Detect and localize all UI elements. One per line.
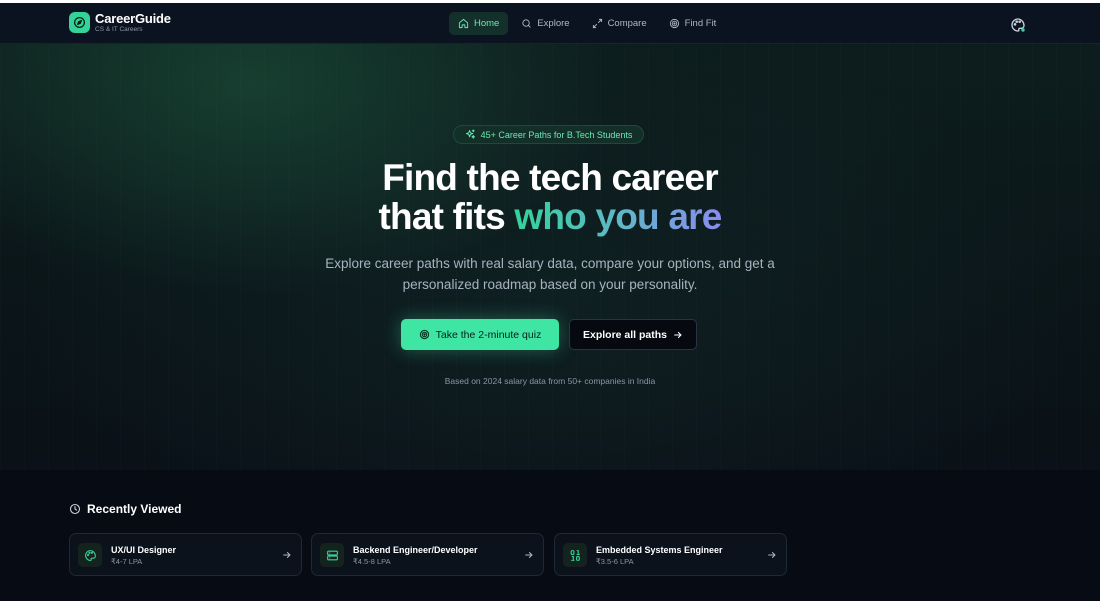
server-icon (326, 550, 338, 560)
page: CareerGuide CS & IT Careers Home Explore (0, 0, 1100, 601)
brand-name: CareerGuide (95, 11, 171, 26)
palette-icon (1011, 18, 1025, 32)
clock-icon (69, 503, 81, 515)
recently-viewed-heading: Recently Viewed (69, 502, 182, 516)
arrow-right-icon (525, 552, 533, 558)
palette-icon (84, 549, 96, 561)
nav-item-find-fit[interactable]: Find Fit (660, 12, 726, 35)
card-icon-box (320, 543, 344, 567)
search-icon (522, 19, 531, 28)
arrow-right-icon (768, 552, 776, 558)
compass-icon (69, 12, 90, 34)
nav-item-label: Home (474, 18, 500, 29)
binary-icon (570, 549, 580, 561)
nav-item-label: Compare (607, 18, 647, 29)
card-title: Embedded Systems Engineer (596, 545, 723, 555)
career-paths-badge: 45+ Career Paths for B.Tech Students (453, 125, 644, 144)
headline-highlight: who you are (514, 196, 722, 237)
headline-line-2-plain: that fits (378, 196, 515, 237)
nav-item-label: Find Fit (684, 18, 717, 29)
compare-arrows-icon (592, 18, 602, 29)
navbar: CareerGuide CS & IT Careers Home Explore (0, 3, 1100, 44)
brand-text: CareerGuide CS & IT Careers (95, 12, 171, 34)
card-icon-box (563, 543, 587, 567)
card-icon-box (78, 543, 102, 567)
salary-data-note: Based on 2024 salary data from 50+ compa… (444, 376, 656, 386)
recent-card-ux-ui-designer[interactable]: UX/UI Designer ₹4-7 LPA (69, 533, 302, 576)
arrow-right-icon (283, 552, 291, 558)
card-salary: ₹3.5-6 LPA (596, 557, 634, 566)
recent-card-embedded-systems-engineer[interactable]: Embedded Systems Engineer ₹3.5-6 LPA (554, 533, 787, 576)
nav-item-explore[interactable]: Explore (512, 12, 578, 35)
headline-line-1: Find the tech career (382, 157, 718, 198)
explore-all-paths-button[interactable]: Explore all paths (569, 319, 697, 350)
hero-subtitle: Explore career paths with real salary da… (325, 256, 775, 292)
sparkles-icon (465, 129, 475, 139)
card-title: UX/UI Designer (111, 545, 177, 555)
explore-all-paths-label: Explore all paths (582, 328, 668, 341)
target-icon (419, 329, 429, 340)
brand-logo-link[interactable]: CareerGuide CS & IT Careers (69, 12, 171, 34)
theme-toggle-button[interactable] (1010, 17, 1026, 33)
target-icon (669, 18, 679, 29)
badge-label: 45+ Career Paths for B.Tech Students (480, 129, 633, 140)
card-salary: ₹4.5-8 LPA (353, 557, 391, 566)
nav-item-label: Explore (537, 18, 570, 29)
take-quiz-label: Take the 2-minute quiz (435, 328, 542, 341)
nav-item-home[interactable]: Home (449, 12, 509, 35)
take-quiz-button[interactable]: Take the 2-minute quiz (401, 319, 559, 350)
card-title: Backend Engineer/Developer (353, 545, 478, 555)
nav-item-compare[interactable]: Compare (583, 12, 656, 35)
recently-viewed-title: Recently Viewed (87, 502, 182, 516)
brand-tagline: CS & IT Careers (95, 26, 143, 33)
hero-headline: Find the tech career that fits who you a… (300, 158, 800, 236)
recent-card-backend-engineer[interactable]: Backend Engineer/Developer ₹4.5-8 LPA (311, 533, 544, 576)
home-icon (458, 18, 469, 29)
card-salary: ₹4-7 LPA (111, 557, 143, 566)
arrow-right-icon (674, 331, 682, 338)
main-nav: Home Explore Compare Find Fit (449, 12, 725, 35)
